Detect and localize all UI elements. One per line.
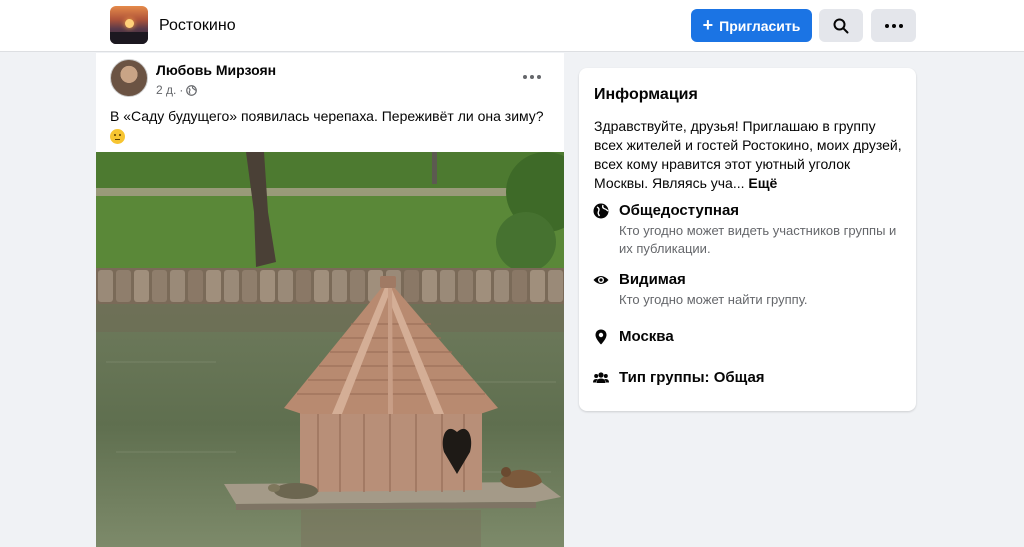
globe-icon	[593, 203, 609, 219]
post-text: В «Саду будущего» появилась черепаха. Пе…	[110, 108, 544, 124]
feed-post: Любовь Мирзоян 2 д. · В «Саду будущего» …	[96, 53, 564, 547]
people-icon	[593, 372, 609, 383]
post-photo[interactable]	[96, 152, 564, 547]
city-silhouette	[110, 32, 148, 44]
search-icon	[833, 18, 849, 33]
group-header: Ростокино + Пригласить	[0, 0, 1024, 52]
visibility-row: Видимая Кто угодно может найти группу.	[593, 271, 903, 311]
privacy-title: Общедоступная	[619, 202, 740, 219]
plus-icon: +	[702, 14, 714, 35]
avatar[interactable]	[110, 59, 148, 97]
privacy-public-row: Общедоступная Кто угодно может видеть уч…	[593, 202, 903, 258]
location-pin-icon	[595, 329, 607, 345]
group-description: Здравствуйте, друзья! Приглашаю в группу…	[594, 117, 904, 193]
group-cover-thumbnail[interactable]	[110, 6, 148, 44]
invite-label: Пригласить	[719, 17, 801, 34]
more-options-button[interactable]	[871, 9, 916, 42]
search-button[interactable]	[819, 9, 863, 42]
post-time[interactable]: 2 д.	[156, 83, 176, 97]
visibility-title: Видимая	[619, 271, 686, 288]
globe-icon	[186, 84, 198, 96]
post-author[interactable]: Любовь Мирзоян	[156, 62, 276, 78]
post-options-button[interactable]	[518, 69, 546, 85]
invite-button[interactable]: + Пригласить	[691, 9, 812, 42]
meta-separator: ·	[179, 83, 184, 97]
group-name[interactable]: Ростокино	[159, 17, 236, 35]
group-info-card: Информация Здравствуйте, друзья! Приглаш…	[579, 68, 916, 411]
post-meta: 2 д. ·	[156, 83, 198, 97]
privacy-subtitle: Кто угодно может видеть участников групп…	[619, 223, 897, 256]
group-type-row: Тип группы: Общая	[593, 369, 903, 389]
thinking-face-emoji	[110, 129, 125, 144]
sunset-sun	[125, 19, 134, 28]
location-title: Москва	[619, 328, 674, 345]
visibility-subtitle: Кто угодно может найти группу.	[619, 292, 808, 307]
info-title: Информация	[594, 86, 698, 103]
location-row[interactable]: Москва	[593, 328, 903, 348]
more-horizontal-icon	[884, 23, 903, 28]
group-type-title: Тип группы: Общая	[619, 369, 765, 386]
eye-icon	[593, 276, 609, 284]
see-more-link[interactable]: Ещё	[748, 175, 777, 191]
post-text-block: В «Саду будущего» появилась черепаха. Пе…	[110, 106, 550, 146]
more-horizontal-icon	[523, 75, 541, 79]
